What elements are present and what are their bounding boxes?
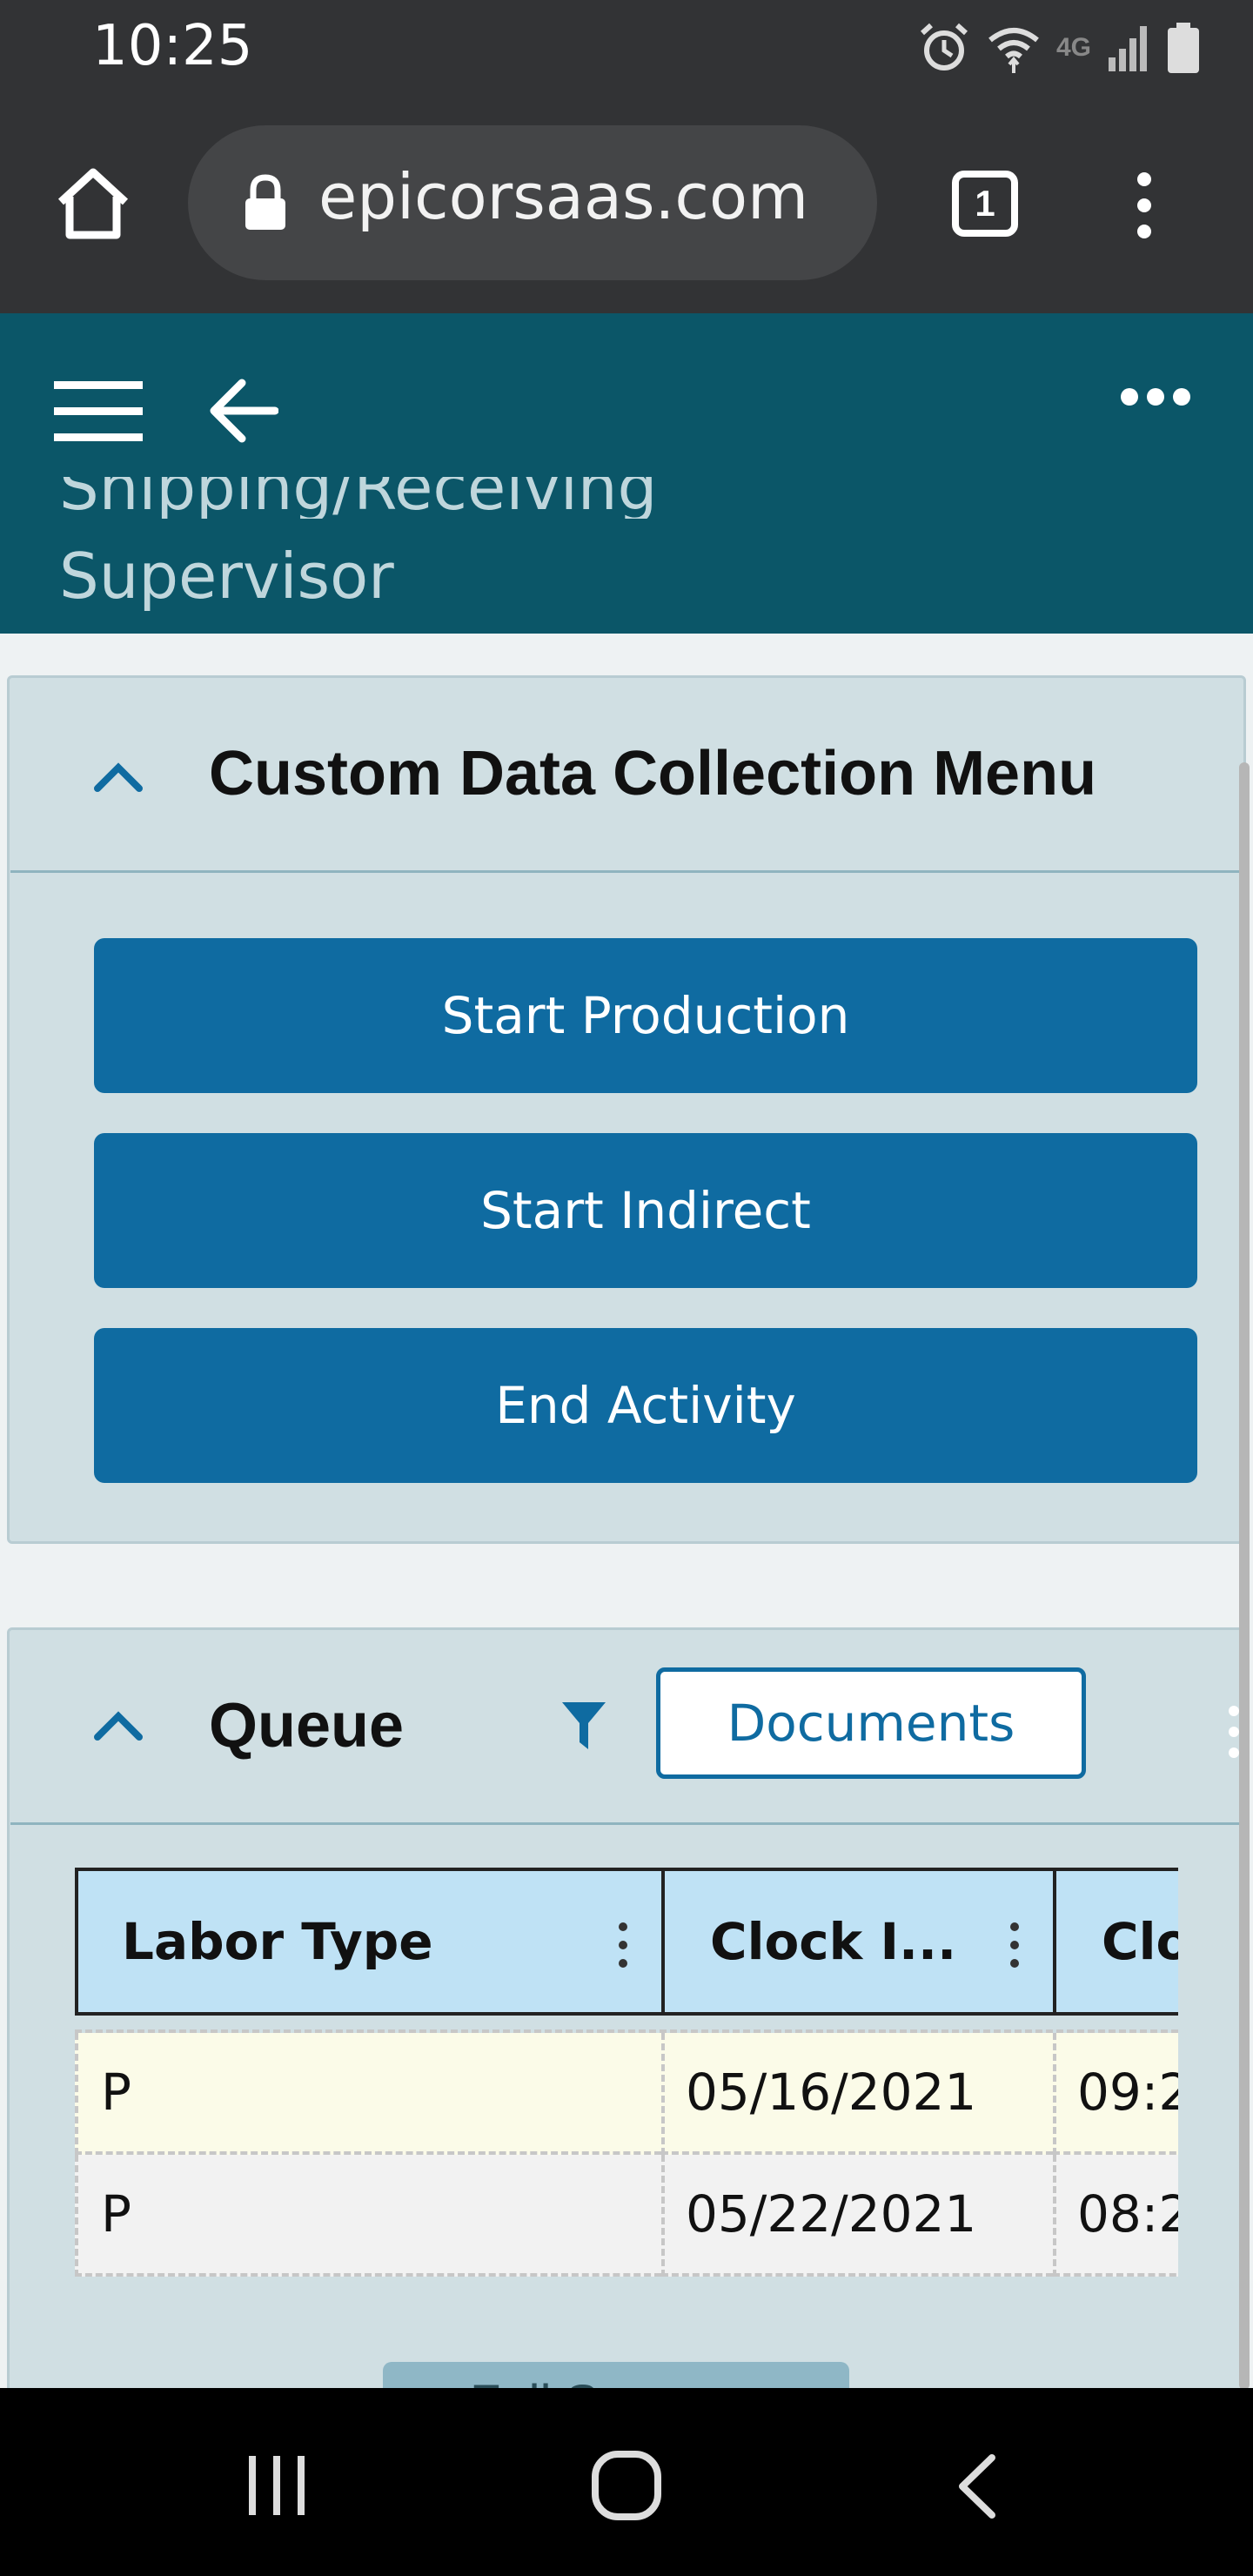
queue-grid: Labor Type Clock I... Clo P 05/16/2021 0… [75, 1868, 1178, 2285]
menu-panel-title: Custom Data Collection Menu [209, 739, 1097, 808]
collapse-chevron-icon[interactable] [92, 752, 144, 804]
alarm-icon [920, 23, 968, 70]
lock-icon [245, 174, 285, 230]
table-row[interactable]: P 05/22/2021 08:20 [75, 2155, 1178, 2277]
cell-clock-in-date: 05/22/2021 [661, 2155, 1053, 2277]
column-menu-icon[interactable] [1009, 1922, 1020, 1969]
row-divider [75, 2029, 1178, 2036]
column-header-label: Labor Type [122, 1912, 433, 1971]
status-time: 10:25 [92, 14, 253, 78]
battery-icon [1168, 23, 1199, 73]
network-type-label: 4G [1055, 33, 1091, 62]
page-scrollbar[interactable] [1239, 762, 1250, 2390]
recent-apps-icon[interactable] [245, 2452, 308, 2519]
column-header-clock-in[interactable]: Clock I... [661, 1868, 1053, 2016]
cell-clock-in-time: 08:20 [1053, 2155, 1178, 2277]
column-header-clock-time[interactable]: Clo [1053, 1868, 1178, 2016]
start-indirect-button[interactable]: Start Indirect [94, 1133, 1197, 1288]
hamburger-menu-icon[interactable] [54, 378, 143, 444]
home-icon[interactable] [56, 167, 131, 240]
wifi-icon [988, 28, 1039, 73]
url-text: epicorsaas.com [318, 160, 809, 233]
url-bar[interactable]: epicorsaas.com [188, 125, 877, 280]
cell-clock-in-time: 09:20 [1053, 2033, 1178, 2155]
queue-panel-title: Queue [209, 1691, 405, 1761]
back-nav-icon[interactable] [954, 2452, 999, 2520]
filter-icon[interactable] [560, 1699, 607, 1753]
collapse-chevron-icon[interactable] [92, 1701, 144, 1753]
page-title-line2: Supervisor [59, 540, 394, 613]
status-icons: 4G [917, 17, 1201, 78]
grid-header-row: Labor Type Clock I... Clo [75, 1868, 1178, 2016]
column-menu-icon[interactable] [618, 1922, 628, 1969]
tab-switcher-button[interactable]: 1 [952, 171, 1018, 237]
more-options-icon[interactable] [1119, 386, 1192, 407]
cell-clock-in-date: 05/16/2021 [661, 2033, 1053, 2155]
page-title-line1: Shipping/Receiving [59, 477, 658, 519]
cell-labor-type: P [75, 2033, 661, 2155]
home-nav-icon[interactable] [590, 2449, 663, 2522]
panel-divider [10, 1822, 1243, 1825]
column-header-label: Clo [1102, 1912, 1178, 1971]
documents-button[interactable]: Documents [656, 1667, 1086, 1779]
browser-menu-icon[interactable] [1131, 171, 1157, 240]
column-header-label: Clock I... [710, 1912, 957, 1971]
panel-divider [10, 870, 1243, 873]
signal-icon [1109, 26, 1147, 71]
end-activity-button[interactable]: End Activity [94, 1328, 1197, 1483]
table-row[interactable]: P 05/16/2021 09:20 [75, 2033, 1178, 2155]
start-production-button[interactable]: Start Production [94, 938, 1197, 1093]
column-header-labor-type[interactable]: Labor Type [75, 1868, 661, 2016]
cell-labor-type: P [75, 2155, 661, 2277]
tab-count: 1 [975, 183, 995, 224]
back-arrow-icon[interactable] [209, 378, 278, 444]
